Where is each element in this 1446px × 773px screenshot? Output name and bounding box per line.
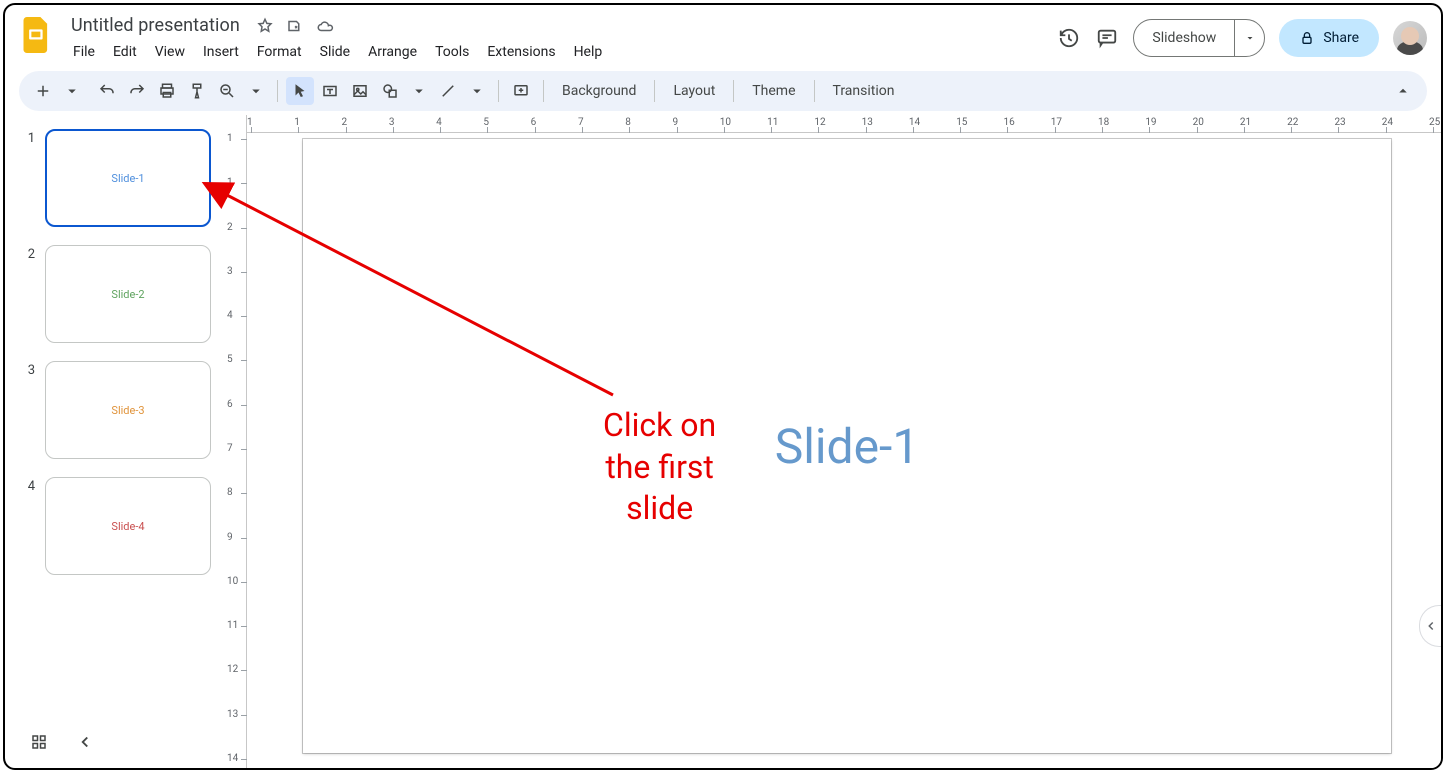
history-icon[interactable]	[1057, 26, 1081, 50]
theme-button[interactable]: Theme	[742, 77, 805, 105]
slide-number: 2	[5, 245, 45, 262]
separator	[543, 80, 544, 102]
share-label: Share	[1323, 30, 1359, 46]
comment-icon[interactable]	[1095, 26, 1119, 50]
annotation-arrow	[193, 175, 653, 435]
print-button[interactable]	[153, 77, 181, 105]
undo-button[interactable]	[93, 77, 121, 105]
redo-button[interactable]	[123, 77, 151, 105]
menu-insert[interactable]: Insert	[195, 40, 247, 64]
lock-icon	[1299, 30, 1315, 46]
menu-edit[interactable]: Edit	[105, 40, 145, 64]
separator	[498, 80, 499, 102]
slide-content-text: Slide-1	[775, 418, 920, 475]
slideshow-label: Slideshow	[1134, 30, 1234, 46]
account-avatar[interactable]	[1393, 21, 1427, 55]
slide-thumbnail-2[interactable]: Slide-2	[45, 245, 211, 343]
line-caret-icon[interactable]	[464, 77, 490, 105]
separator	[733, 80, 734, 102]
image-tool[interactable]	[346, 77, 374, 105]
select-tool[interactable]	[286, 77, 314, 105]
grid-view-icon[interactable]	[29, 732, 49, 752]
toolbar: Background Layout Theme Transition	[19, 71, 1427, 111]
layout-button[interactable]: Layout	[663, 77, 725, 105]
menu-tools[interactable]: Tools	[427, 40, 477, 64]
thumbnail-label: Slide-2	[111, 288, 144, 301]
slide-thumbnail-3[interactable]: Slide-3	[45, 361, 211, 459]
new-slide-button[interactable]	[29, 77, 57, 105]
menu-format[interactable]: Format	[249, 40, 310, 64]
collapse-toolbar-icon[interactable]	[1389, 77, 1417, 105]
slide-thumbnail-4[interactable]: Slide-4	[45, 477, 211, 575]
textbox-tool[interactable]	[316, 77, 344, 105]
comment-add-button[interactable]	[507, 77, 535, 105]
separator	[277, 80, 278, 102]
separator	[654, 80, 655, 102]
thumbnail-label: Slide-1	[111, 172, 144, 185]
filmstrip: 1 Slide-1 2 Slide-2 3 Slide-3 4 Slide-4	[5, 115, 223, 768]
star-icon[interactable]	[256, 17, 274, 35]
shape-caret-icon[interactable]	[406, 77, 432, 105]
slideshow-button[interactable]: Slideshow	[1133, 19, 1265, 57]
slideshow-caret-icon[interactable]	[1234, 19, 1264, 57]
new-slide-caret-icon[interactable]	[59, 77, 85, 105]
menu-slide[interactable]: Slide	[312, 40, 358, 64]
thumbnail-label: Slide-4	[111, 520, 144, 533]
zoom-caret-icon[interactable]	[243, 77, 269, 105]
menu-view[interactable]: View	[147, 40, 193, 64]
menu-file[interactable]: File	[65, 40, 103, 64]
share-button[interactable]: Share	[1279, 19, 1379, 57]
background-button[interactable]: Background	[552, 77, 646, 105]
slide-number: 4	[5, 477, 45, 494]
transition-button[interactable]: Transition	[823, 77, 905, 105]
chevron-left-icon[interactable]	[75, 732, 95, 752]
move-icon[interactable]	[286, 17, 304, 35]
doc-title[interactable]: Untitled presentation	[65, 13, 246, 38]
thumbnail-label: Slide-3	[111, 404, 144, 417]
separator	[814, 80, 815, 102]
menu-extensions[interactable]: Extensions	[479, 40, 563, 64]
slide-thumbnail-1[interactable]: Slide-1	[45, 129, 211, 227]
menu-help[interactable]: Help	[566, 40, 611, 64]
slide-number: 1	[5, 129, 45, 146]
slides-logo[interactable]	[19, 17, 55, 53]
line-tool[interactable]	[434, 77, 462, 105]
slide-number: 3	[5, 361, 45, 378]
menu-arrange[interactable]: Arrange	[360, 40, 425, 64]
horizontal-ruler: 1123456789101112131415161718192021222324…	[247, 115, 1441, 133]
paint-format-button[interactable]	[183, 77, 211, 105]
cloud-icon[interactable]	[316, 17, 334, 35]
zoom-button[interactable]	[213, 77, 241, 105]
shape-tool[interactable]	[376, 77, 404, 105]
